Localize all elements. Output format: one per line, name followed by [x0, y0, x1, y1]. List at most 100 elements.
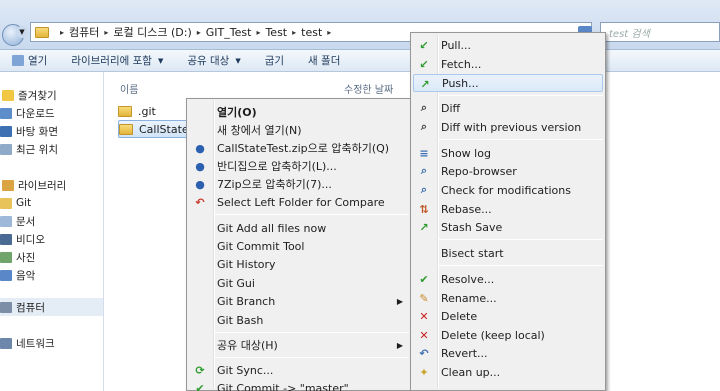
check-icon: ✔ — [419, 272, 429, 286]
menu-clean-up[interactable]: ✦ Clean up... — [413, 363, 603, 381]
menu-rename[interactable]: ✎ Rename... — [413, 289, 603, 307]
menu-diff-previous[interactable]: ⌕ Diff with previous version — [413, 118, 603, 136]
bandizip-icon: ● — [195, 177, 205, 191]
breadcrumb-test[interactable]: test — [301, 26, 322, 39]
menu-git-branch[interactable]: Git Branch ▶ — [189, 292, 409, 310]
open-icon — [12, 55, 24, 66]
column-modified[interactable]: 수정한 날짜 — [344, 81, 393, 96]
nav-pictures[interactable]: 사진 — [0, 248, 35, 266]
nav-videos[interactable]: 비디오 — [0, 230, 45, 248]
menu-show-log[interactable]: ≡ Show log — [413, 144, 603, 162]
stash-icon: ↗ — [419, 220, 429, 234]
menu-git-gui[interactable]: Git Gui — [189, 274, 409, 292]
column-name[interactable]: 이름 — [120, 81, 138, 96]
breadcrumb-git-test[interactable]: GIT_Test — [206, 26, 252, 39]
delete-icon: ✕ — [419, 309, 429, 323]
music-icon — [0, 269, 12, 281]
history-dropdown[interactable]: ▼ — [16, 26, 28, 38]
menu-open-new-window[interactable]: 새 창에서 열기(N) — [189, 121, 409, 139]
file-item[interactable]: .git — [118, 102, 156, 120]
repo-browser-icon: ⌕ — [420, 164, 428, 177]
menu-git-sync[interactable]: ⟳ Git Sync... — [189, 361, 409, 379]
folder-icon — [118, 105, 132, 117]
nav-favorites[interactable]: 즐겨찾기 — [2, 86, 57, 104]
pull-icon: ↙ — [419, 38, 429, 52]
menu-diff[interactable]: ⌕ Diff — [413, 99, 603, 117]
log-icon: ≡ — [419, 146, 429, 160]
desktop-icon — [0, 125, 12, 137]
menu-7zip[interactable]: ● 7Zip으로 압축하기(7)... — [189, 175, 409, 193]
menu-git-commit[interactable]: ✔ Git Commit -> "master" — [189, 379, 409, 391]
search-input[interactable]: test 검색 — [600, 22, 720, 42]
menu-delete[interactable]: ✕ Delete — [413, 307, 603, 325]
chevron-down-icon: ▼ — [235, 56, 241, 65]
breadcrumb-test-parent[interactable]: Test — [265, 26, 287, 39]
folder-icon — [0, 197, 12, 209]
documents-icon — [0, 215, 12, 227]
nav-recent[interactable]: 최근 위치 — [0, 140, 58, 158]
magnifier-icon: ⌕ — [420, 120, 428, 133]
menu-git-history[interactable]: Git History — [189, 255, 409, 273]
folder-icon — [119, 123, 133, 135]
menu-separator — [215, 357, 409, 358]
chevron-down-icon: ▼ — [157, 56, 164, 65]
tortoisegit-submenu: ↙ Pull... ↙ Fetch... ↗ Push... ⌕ Diff ⌕ … — [410, 32, 606, 391]
broom-icon: ✦ — [419, 365, 429, 379]
nav-documents[interactable]: 문서 — [0, 212, 35, 230]
nav-music[interactable]: 음악 — [0, 266, 35, 284]
menu-git-commit-tool[interactable]: Git Commit Tool — [189, 237, 409, 255]
menu-separator — [439, 95, 603, 96]
breadcrumb-drive[interactable]: 로컬 디스크 (D:) — [113, 24, 191, 40]
address-bar-area: ▼ ▸ 컴퓨터 ▸ 로컬 디스크 (D:) ▸ GIT_Test ▸ Test … — [0, 0, 720, 50]
magnifier-icon: ⌕ — [420, 183, 428, 196]
nav-downloads[interactable]: 다운로드 — [0, 104, 55, 122]
delete-icon: ✕ — [419, 328, 429, 342]
rebase-icon: ⇅ — [419, 202, 429, 216]
push-icon: ↗ — [420, 77, 430, 91]
menu-git-add[interactable]: Git Add all files now — [189, 219, 409, 237]
commit-icon: ✔ — [195, 381, 205, 391]
menu-stash-save[interactable]: ↗ Stash Save — [413, 218, 603, 236]
pencil-icon: ✎ — [419, 291, 429, 305]
include-library-button[interactable]: 라이브러리에 포함 ▼ — [59, 53, 175, 68]
breadcrumb-computer[interactable]: 컴퓨터 — [69, 24, 99, 40]
menu-fetch[interactable]: ↙ Fetch... — [413, 55, 603, 73]
menu-check-modifications[interactable]: ⌕ Check for modifications — [413, 181, 603, 199]
menu-share[interactable]: 공유 대상(H) ▶ — [189, 336, 409, 354]
menu-open[interactable]: 열기(O) — [189, 103, 409, 121]
nav-computer[interactable]: 컴퓨터 — [0, 298, 103, 316]
menu-revert[interactable]: ↶ Revert... — [413, 344, 603, 362]
menu-bandizip[interactable]: ● 반디집으로 압축하기(L)... — [189, 157, 409, 175]
submenu-arrow-icon: ▶ — [396, 340, 403, 350]
sync-icon: ⟳ — [195, 363, 205, 377]
menu-rebase[interactable]: ⇅ Rebase... — [413, 200, 603, 218]
menu-separator — [439, 265, 603, 266]
menu-zip[interactable]: ● CallStateTest.zip으로 압축하기(Q) — [189, 139, 409, 157]
menu-push[interactable]: ↗ Push... — [413, 74, 603, 92]
compare-icon: ↶ — [195, 195, 205, 209]
revert-icon: ↶ — [419, 346, 429, 360]
menu-git-bash[interactable]: Git Bash — [189, 311, 409, 329]
menu-repo-browser[interactable]: ⌕ Repo-browser — [413, 162, 603, 180]
downloads-icon — [0, 107, 12, 119]
menu-separator — [439, 139, 603, 140]
submenu-arrow-icon: ▶ — [396, 296, 403, 306]
folder-icon — [35, 26, 49, 38]
nav-network[interactable]: 네트워크 — [0, 334, 55, 352]
context-menu: 열기(O) 새 창에서 열기(N) ● CallStateTest.zip으로 … — [186, 98, 412, 391]
toolbar: 열기 라이브러리에 포함 ▼ 공유 대상 ▼ 굽기 새 폴더 — [0, 50, 720, 72]
new-folder-button[interactable]: 새 폴더 — [296, 53, 352, 68]
recent-places-icon — [0, 143, 12, 155]
menu-resolve[interactable]: ✔ Resolve... — [413, 270, 603, 288]
menu-delete-keep-local[interactable]: ✕ Delete (keep local) — [413, 326, 603, 344]
nav-libraries[interactable]: 라이브러리 — [2, 176, 66, 194]
share-button[interactable]: 공유 대상 ▼ — [175, 53, 252, 68]
nav-git[interactable]: Git — [0, 194, 31, 212]
burn-button[interactable]: 굽기 — [253, 53, 296, 68]
open-button[interactable]: 열기 — [0, 53, 59, 68]
network-icon — [0, 337, 12, 349]
menu-bisect-start[interactable]: Bisect start — [413, 244, 603, 262]
nav-desktop[interactable]: 바탕 화면 — [0, 122, 58, 140]
menu-compare[interactable]: ↶ Select Left Folder for Compare — [189, 193, 409, 211]
menu-pull[interactable]: ↙ Pull... — [413, 36, 603, 54]
